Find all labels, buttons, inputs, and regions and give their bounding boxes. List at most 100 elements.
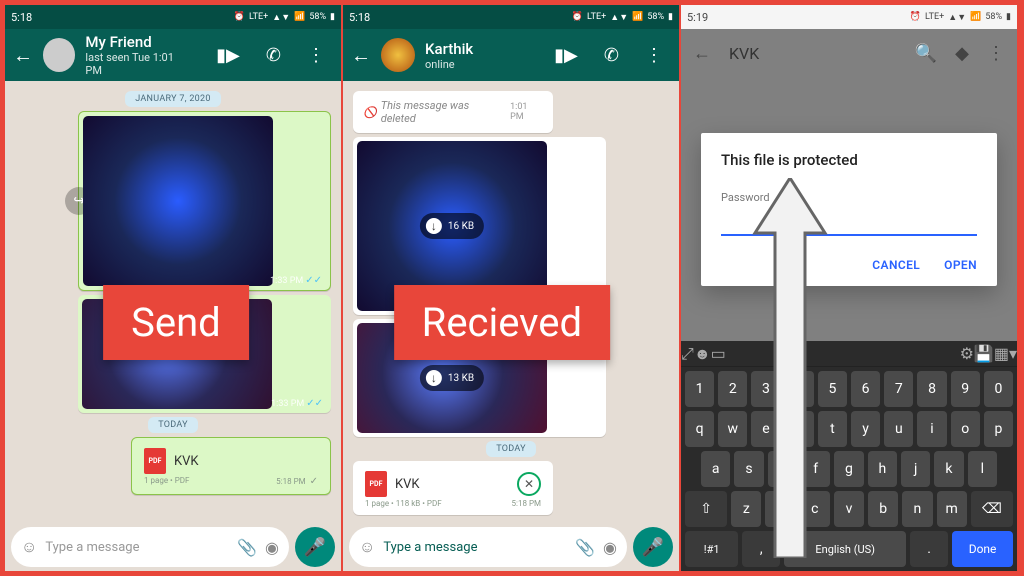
kb-settings-icon[interactable]: ⚙ [960, 344, 974, 363]
status-icons: ⏰LTE+▲▼📶58%▮ [572, 12, 673, 23]
key[interactable]: h [868, 451, 897, 487]
kb-row-3: a s d f g h j k l [685, 451, 1013, 487]
file-time: 5:18 PM ✓ [276, 476, 318, 487]
drive-icon[interactable]: ◆ [955, 43, 969, 64]
key[interactable]: w [718, 411, 747, 447]
status-bar: 5:19 ⏰LTE+▲▼📶58%▮ [681, 5, 1017, 29]
pdf-icon: PDF [144, 448, 166, 474]
back-icon[interactable]: ← [13, 43, 33, 68]
mic-button[interactable]: 🎤 [633, 527, 673, 567]
emoji-icon[interactable]: ☺ [359, 537, 375, 557]
key[interactable]: n [902, 491, 932, 527]
download-icon: ↓ [426, 370, 442, 386]
kb-gif-icon[interactable]: ▭ [711, 344, 726, 363]
key[interactable]: 2 [718, 371, 747, 407]
open-button[interactable]: OPEN [944, 258, 977, 272]
download-pill[interactable]: ↓16 KB [420, 213, 484, 239]
contact-block[interactable]: Karthik online [425, 40, 473, 71]
chat-header: ← My Friend last seen Tue 1:01 PM ▮▶ ✆ ⋮ [5, 29, 341, 81]
search-in-pdf-icon[interactable]: 🔍 [915, 43, 937, 64]
kb-clipboard-icon[interactable]: 💾 [974, 344, 994, 363]
cancel-button[interactable]: CANCEL [872, 258, 920, 272]
tutorial-collage: 5:18 ⏰LTE+▲▼📶58%▮ ← My Friend last seen … [5, 5, 1019, 571]
contact-name: Karthik [425, 40, 473, 58]
date-chip: JANUARY 7, 2020 [125, 91, 221, 107]
key[interactable]: q [685, 411, 714, 447]
period-key[interactable]: . [910, 531, 948, 567]
kb-expand-icon[interactable]: ⤢ [681, 344, 694, 364]
sent-file-bubble[interactable]: PDF KVK 1 page • PDF 5:18 PM ✓ [131, 437, 331, 495]
camera-icon[interactable]: ◉ [603, 538, 617, 557]
key[interactable]: i [917, 411, 946, 447]
attach-icon[interactable]: 📎 [575, 538, 595, 557]
key[interactable]: 8 [917, 371, 946, 407]
date-chip-today: TODAY [148, 417, 198, 433]
status-time: 5:19 [687, 11, 708, 24]
symbols-key[interactable]: !#1 [685, 531, 738, 567]
more-icon[interactable]: ⋮ [307, 45, 325, 66]
key[interactable]: p [984, 411, 1013, 447]
key[interactable]: u [884, 411, 913, 447]
status-icons: ⏰LTE+▲▼📶58%▮ [910, 12, 1011, 23]
key[interactable]: 0 [984, 371, 1013, 407]
video-call-icon[interactable]: ▮▶ [216, 45, 240, 66]
attach-icon[interactable]: 📎 [237, 538, 257, 557]
contact-name: My Friend [85, 33, 188, 51]
soft-keyboard: ⤢ ☻ ▭ ⚙ 💾 ▦ ▾ 1 2 3 4 5 6 7 8 [681, 341, 1017, 571]
recv-file-bubble[interactable]: PDF KVK ✕ 1 page • 118 kB • PDF 5:18 PM [353, 461, 553, 515]
back-icon[interactable]: ← [351, 43, 371, 68]
pdf-icon: PDF [365, 471, 387, 497]
kb-collapse-icon[interactable]: ▾ [1009, 344, 1017, 363]
key[interactable]: m [937, 491, 967, 527]
status-bar: 5:18 ⏰LTE+▲▼📶58%▮ [5, 5, 341, 29]
backspace-key[interactable]: ⌫ [971, 491, 1013, 527]
camera-icon[interactable]: ◉ [265, 538, 279, 557]
key[interactable]: l [968, 451, 997, 487]
chat-header: ← Karthik online ▮▶ ✆ ⋮ [343, 29, 679, 81]
voice-call-icon[interactable]: ✆ [266, 45, 281, 66]
message-time: 1:33 PM✓✓ [270, 275, 322, 286]
key[interactable]: b [868, 491, 898, 527]
avatar[interactable] [381, 38, 415, 72]
key[interactable]: y [851, 411, 880, 447]
kb-layout-icon[interactable]: ▦ [994, 344, 1009, 363]
contact-block[interactable]: My Friend last seen Tue 1:01 PM [85, 33, 188, 77]
key[interactable]: k [934, 451, 963, 487]
input-placeholder: Type a message [383, 540, 567, 555]
message-input[interactable]: ☺ Type a message 📎 ◉ [349, 527, 627, 567]
key[interactable]: j [901, 451, 930, 487]
emoji-icon[interactable]: ☺ [21, 537, 37, 557]
mic-button[interactable]: 🎤 [295, 527, 335, 567]
cancel-download-icon[interactable]: ✕ [517, 472, 541, 496]
key[interactable]: 7 [884, 371, 913, 407]
key[interactable]: o [951, 411, 980, 447]
shift-key[interactable]: ⇧ [685, 491, 727, 527]
done-key[interactable]: Done [952, 531, 1013, 567]
callout-arrow [750, 178, 830, 562]
file-name: KVK [174, 454, 199, 469]
back-icon[interactable]: ← [693, 43, 711, 64]
file-meta: 1 page • PDF [144, 476, 189, 487]
kb-emoji-icon[interactable]: ☻ [694, 344, 711, 364]
key[interactable]: 6 [851, 371, 880, 407]
input-bar: ☺ Type a message 📎 ◉ 🎤 [343, 523, 679, 571]
avatar[interactable] [43, 38, 75, 72]
key[interactable]: a [701, 451, 730, 487]
status-time: 5:18 [349, 11, 370, 24]
key[interactable]: v [834, 491, 864, 527]
phone-1-send: 5:18 ⏰LTE+▲▼📶58%▮ ← My Friend last seen … [5, 5, 343, 571]
image-thumbnail[interactable] [83, 116, 273, 286]
video-call-icon[interactable]: ▮▶ [554, 45, 578, 66]
key[interactable]: 9 [951, 371, 980, 407]
download-pill[interactable]: ↓13 KB [420, 365, 484, 391]
more-icon[interactable]: ⋮ [987, 43, 1005, 64]
key[interactable]: 1 [685, 371, 714, 407]
deleted-message: 🚫This message was deleted1:01 PM [353, 91, 553, 133]
key[interactable]: g [834, 451, 863, 487]
message-input[interactable]: ☺ Type a message 📎 ◉ [11, 527, 289, 567]
sent-image-bubble[interactable]: ↪ 1:33 PM✓✓ [78, 111, 331, 291]
phone-2-received: 5:18 ⏰LTE+▲▼📶58%▮ ← Karthik online ▮▶ ✆ … [343, 5, 681, 571]
voice-call-icon[interactable]: ✆ [604, 45, 619, 66]
input-placeholder: Type a message [45, 540, 229, 555]
more-icon[interactable]: ⋮ [645, 45, 663, 66]
